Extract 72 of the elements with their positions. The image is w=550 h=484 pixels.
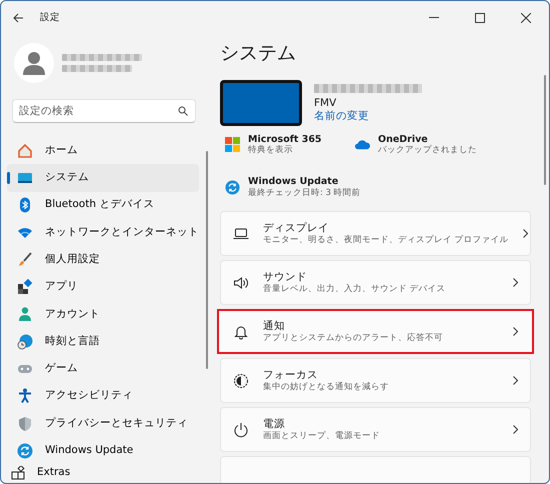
setting-description: モニター、明るさ、夜間モード、ディスプレイ プロファイル — [263, 234, 509, 246]
speaker-icon — [233, 274, 249, 291]
rename-link[interactable]: 名前の変更 — [314, 110, 422, 123]
settings-card[interactable]: サウンド 音量レベル、出力、入力、サウンド デバイス — [220, 260, 531, 306]
nav-item[interactable]: プライバシーとセキュリティ — [7, 410, 199, 438]
four-squares-icon — [225, 137, 240, 152]
setting-title: 電源 — [263, 418, 286, 431]
search-field[interactable]: 設定の検索 — [12, 99, 196, 123]
nav-item[interactable]: アカウント — [7, 300, 199, 328]
back-icon[interactable] — [13, 13, 24, 23]
settings-card[interactable]: ディスプレイ モニター、明るさ、夜間モード、ディスプレイ プロファイル — [220, 211, 531, 256]
page-title: システム — [220, 41, 297, 66]
nav-item[interactable]: Windows Update — [7, 437, 199, 465]
nav-item[interactable]: 時刻と言語 — [7, 328, 199, 356]
setting-title: 通知 — [263, 320, 286, 332]
service-item[interactable]: Windows Update 最終チェック日時: 3 時間前 — [220, 176, 380, 200]
service-status: 特典を表示 — [248, 145, 294, 156]
chevron-right-icon — [513, 327, 518, 336]
person-silhouette-icon — [23, 51, 45, 75]
nav-item[interactable]: Bluetooth とデバイス — [7, 192, 199, 219]
nav-item[interactable]: アプリ — [7, 273, 199, 301]
service-title: Windows Update — [248, 176, 340, 188]
accessibility-icon — [17, 388, 33, 404]
settings-card[interactable]: 通知 アプリとシステムからのアラート、応答不可 — [217, 309, 534, 354]
nav-item[interactable]: アクセシビリティ — [7, 382, 199, 410]
brush-icon — [17, 252, 33, 268]
widgets-icon — [11, 466, 25, 480]
laptop-icon — [233, 226, 249, 242]
minimize-icon — [429, 17, 439, 19]
bell-icon — [233, 324, 249, 340]
person-icon — [17, 306, 33, 322]
service-item[interactable]: Microsoft 365 特典を表示 — [220, 134, 350, 156]
nav-item[interactable]: 個人用設定 — [7, 246, 199, 274]
sync-icon — [17, 442, 33, 459]
selection-indicator — [7, 172, 10, 184]
focus-icon — [233, 372, 249, 389]
shield-icon — [17, 416, 33, 432]
setting-description: 画面とスリープ、電源モード — [263, 430, 381, 442]
service-status: バックアップされました — [378, 145, 477, 156]
service-title: OneDrive — [378, 134, 429, 144]
nav-item[interactable]: ネットワークとインターネット — [7, 218, 199, 246]
search-icon — [178, 106, 188, 116]
bluetooth-icon — [17, 197, 33, 214]
chevron-right-icon — [513, 278, 518, 288]
setting-title: ディスプレイ — [263, 222, 330, 235]
settings-card[interactable]: 電源 画面とスリープ、電源モード — [220, 407, 531, 452]
apps-icon — [17, 279, 33, 296]
chevron-right-icon — [522, 229, 528, 238]
globe-clock-icon — [17, 334, 33, 350]
extras-item[interactable]: Extras — [7, 462, 199, 483]
nav-item[interactable]: システム — [7, 164, 199, 192]
maximize-icon — [475, 13, 485, 23]
nav-item[interactable]: ホーム — [7, 137, 199, 164]
setting-title: サウンド — [263, 270, 308, 284]
nav-item[interactable]: ゲーム — [7, 355, 199, 383]
service-item[interactable]: OneDrive バックアップされました — [350, 134, 510, 156]
service-title: Microsoft 365 — [248, 134, 322, 145]
setting-description: 音量レベル、出力、入力、サウンド デバイス — [263, 284, 447, 295]
setting-description: アプリとシステムからのアラート、応答不可 — [263, 332, 444, 344]
home-icon — [17, 142, 33, 159]
setting-description: 集中の妨げとなる通知を減らす — [263, 382, 390, 393]
device-model: FMV — [314, 96, 338, 110]
setting-title: フォーカス — [263, 368, 319, 382]
window-title: 設定 — [40, 10, 60, 25]
sync-icon — [225, 180, 240, 196]
settings-card[interactable]: フォーカス 集中の妨げとなる通知を減らす — [220, 358, 531, 404]
chevron-right-icon — [513, 425, 518, 434]
close-icon — [521, 13, 531, 23]
service-status: 最終チェック日時: 3 時間前 — [248, 188, 361, 200]
chevron-right-icon — [513, 376, 518, 386]
blurred-email — [62, 65, 132, 72]
power-icon — [233, 422, 249, 438]
